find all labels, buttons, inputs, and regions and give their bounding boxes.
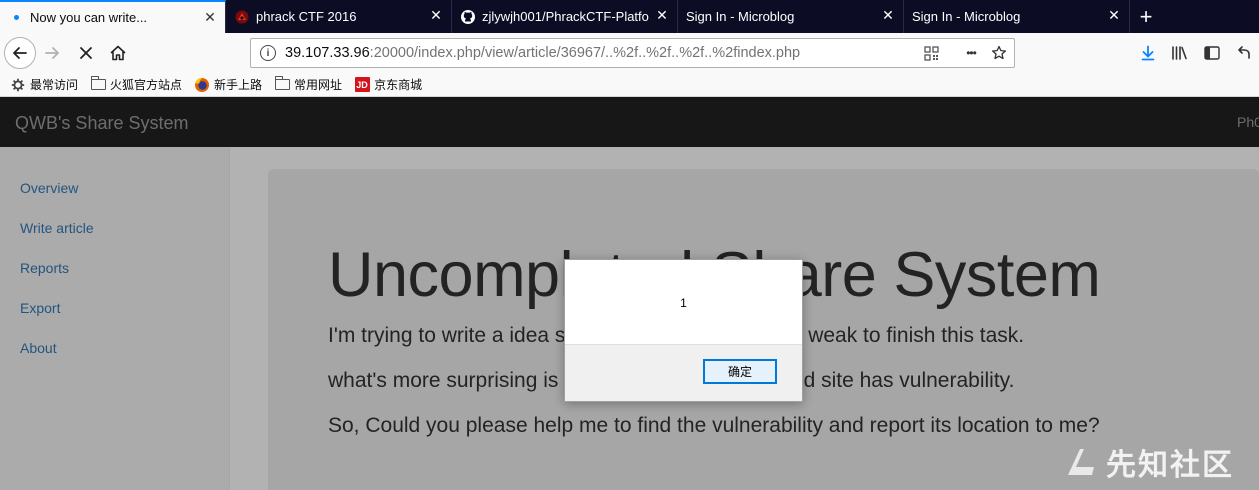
address-bar[interactable]: i 39.107.33.96:20000/index.php/view/arti… (250, 38, 1015, 68)
watermark: 先知社区 (1064, 440, 1234, 484)
url-path: :20000/index.php/view/article/36967/..%2… (369, 45, 801, 61)
jd-icon: JD (354, 77, 370, 93)
close-tab-icon[interactable]: ✕ (881, 8, 895, 22)
tab-label: zjlywjh001/PhrackCTF-Platfo (482, 9, 649, 24)
url-text[interactable]: 39.107.33.96:20000/index.php/view/articl… (285, 45, 800, 61)
bookmark-label: 新手上路 (214, 78, 263, 92)
loading-dot-icon (8, 10, 24, 26)
stop-button[interactable] (74, 41, 98, 65)
undo-arrow-icon[interactable] (1234, 43, 1254, 63)
ok-button[interactable]: 确定 (703, 359, 777, 384)
folder-icon (274, 76, 290, 93)
qr-code-icon[interactable] (923, 45, 939, 61)
bookmark-label: 京东商城 (374, 78, 423, 92)
tab-label: Now you can write... (30, 10, 148, 25)
bookmark-label: 最常访问 (30, 78, 79, 92)
arrow-right-icon (45, 47, 59, 59)
watermark-text: 先知社区 (1106, 449, 1234, 482)
back-button[interactable] (4, 37, 36, 69)
bookmark-label: 火狐官方站点 (110, 78, 183, 92)
bookmark-most-visited[interactable]: 最常访问 (10, 76, 78, 93)
bookmark-getting-started[interactable]: 新手上路 (194, 76, 262, 93)
xianzhi-logo-icon (1068, 449, 1094, 475)
bookmarks-toolbar: 最常访问 火狐官方站点 新手上路 常用网址 JD 京东商城 (0, 73, 1259, 97)
bookmark-common-sites[interactable]: 常用网址 (274, 76, 342, 93)
navigation-bar: i 39.107.33.96:20000/index.php/view/arti… (0, 33, 1259, 73)
github-icon (460, 9, 476, 25)
alert-message: 1 (680, 296, 687, 310)
site-info-icon[interactable]: i (260, 45, 276, 61)
close-tab-icon[interactable]: ✕ (1107, 8, 1121, 22)
tab-now-you-can-write[interactable]: Now you can write... ✕ (0, 0, 226, 33)
firefox-icon (194, 77, 210, 93)
stop-x-icon (80, 47, 92, 59)
bookmark-star-icon[interactable] (991, 45, 1007, 61)
alert-footer: 确定 (565, 344, 802, 401)
tab-strip: Now you can write... ✕ phrack CTF 2016 ✕… (0, 0, 1259, 33)
phrack-favicon-icon (234, 9, 250, 25)
alert-dialog: 1 确定 (564, 259, 803, 402)
tab-github-phrackctf[interactable]: zjlywjh001/PhrackCTF-Platfo ✕ (452, 0, 678, 33)
bookmark-label: 常用网址 (294, 78, 343, 92)
sidebar-toggle-icon[interactable] (1202, 43, 1222, 63)
tab-label: Sign In - Microblog (686, 9, 795, 24)
bookmark-jd-mall[interactable]: JD 京东商城 (354, 76, 422, 93)
close-tab-icon[interactable]: ✕ (203, 10, 217, 24)
tab-microblog-1[interactable]: Sign In - Microblog ✕ (678, 0, 904, 33)
jd-logo-text: JD (354, 77, 370, 92)
close-tab-icon[interactable]: ✕ (429, 8, 443, 22)
home-icon (110, 45, 126, 61)
home-button[interactable] (106, 41, 130, 65)
close-tab-icon[interactable]: ✕ (655, 8, 669, 22)
tab-label: phrack CTF 2016 (256, 9, 357, 24)
forward-button[interactable] (40, 41, 64, 65)
download-icon[interactable] (1138, 43, 1158, 63)
folder-icon (90, 76, 106, 93)
arrow-left-icon (13, 47, 27, 59)
bookmark-firefox-official[interactable]: 火狐官方站点 (90, 76, 182, 93)
tab-phrack-ctf[interactable]: phrack CTF 2016 ✕ (226, 0, 452, 33)
new-tab-button[interactable]: + (1130, 0, 1162, 33)
tab-microblog-2[interactable]: Sign In - Microblog ✕ (904, 0, 1130, 33)
page-actions-more-icon[interactable]: ••• (959, 45, 983, 61)
tab-label: Sign In - Microblog (912, 9, 1021, 24)
url-host: 39.107.33.96 (285, 45, 370, 61)
gear-icon (10, 77, 26, 93)
library-icon[interactable] (1170, 43, 1190, 63)
